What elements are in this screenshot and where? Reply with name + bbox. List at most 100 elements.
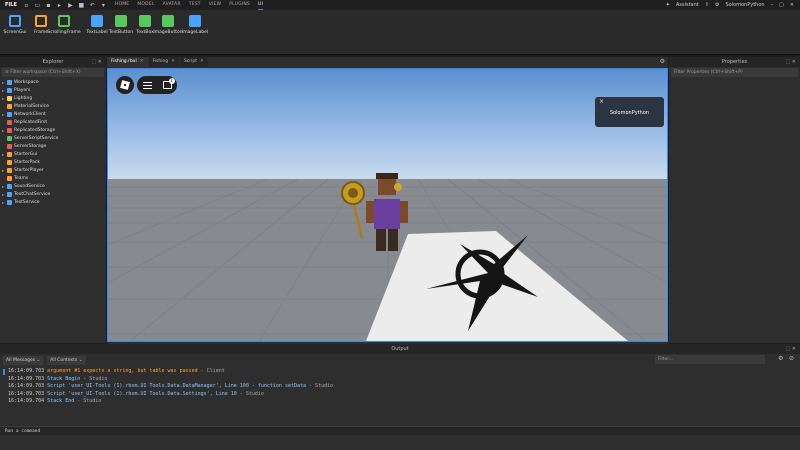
assistant-button[interactable]: Assistant bbox=[676, 2, 699, 8]
log-line: 16:14:09.703 Stack Begin - Studio bbox=[8, 376, 800, 384]
panel-controls[interactable]: ⬚ ✕ bbox=[91, 57, 102, 67]
menu-tab-plugins[interactable]: PLUGINS bbox=[229, 0, 250, 10]
explorer-item-label: StarterPlayer bbox=[14, 167, 44, 173]
menu-tab-view[interactable]: VIEW bbox=[209, 0, 222, 10]
undo-icon[interactable]: ↶ bbox=[89, 2, 96, 9]
scene-render bbox=[108, 69, 667, 341]
explorer-item-lighting[interactable]: ▸ Lighting bbox=[0, 94, 106, 102]
properties-filter-input[interactable]: Filter Properties (Ctrl+Shift+P) bbox=[671, 68, 798, 77]
service-icon bbox=[7, 127, 12, 133]
editor-tab[interactable]: Fishing ✕ bbox=[148, 57, 179, 67]
ribbon-label: TextButton bbox=[108, 30, 134, 35]
explorer-panel: Explorer ⬚ ✕ ≡ Filter workspace (Ctrl+Sh… bbox=[0, 57, 106, 343]
save-icon[interactable]: ▪ bbox=[45, 2, 52, 9]
explorer-item-textchatservice[interactable]: ▸ TextChatService bbox=[0, 190, 106, 198]
explorer-item-replicatedfirst[interactable]: ReplicatedFirst bbox=[0, 118, 106, 126]
explorer-item-networkclient[interactable]: ▸ NetworkClient bbox=[0, 110, 106, 118]
assistant-icon[interactable]: ✦ bbox=[666, 2, 670, 8]
minimize-button[interactable]: – bbox=[771, 2, 774, 8]
properties-title: Properties ⬚ ✕ bbox=[669, 57, 800, 67]
ribbon-imagebutton-button[interactable]: ImageButton bbox=[153, 15, 183, 35]
roblox-menu-button[interactable] bbox=[116, 76, 134, 94]
new-file-icon[interactable]: ▫ bbox=[23, 2, 30, 9]
panel-controls[interactable]: ⬚ ✕ bbox=[785, 344, 796, 354]
file-menu[interactable]: FILE bbox=[5, 2, 17, 8]
ribbon-scrollingframe-button[interactable]: ScrollingFrame bbox=[47, 15, 81, 35]
explorer-item-replicatedstorage[interactable]: ▸ ReplicatedStorage bbox=[0, 126, 106, 134]
chat-icon[interactable]: 1 bbox=[162, 78, 175, 89]
explorer-item-soundservice[interactable]: ▸ SoundService bbox=[0, 182, 106, 190]
service-icon bbox=[7, 135, 12, 141]
explorer-item-label: Players bbox=[14, 87, 31, 93]
service-icon bbox=[7, 159, 12, 165]
explorer-item-label: NetworkClient bbox=[14, 111, 46, 117]
context-filter-dropdown[interactable]: All Contexts ⌄ bbox=[47, 355, 86, 365]
editor-tab[interactable]: Fishing.rbxl ✕ bbox=[107, 57, 148, 67]
explorer-filter-input[interactable]: ≡ Filter workspace (Ctrl+Shift+X) bbox=[2, 68, 104, 77]
output-panel: Output ⬚ ✕ All Messages ⌄ All Contexts ⌄… bbox=[0, 344, 800, 450]
explorer-item-serverstorage[interactable]: ServerStorage bbox=[0, 142, 106, 150]
panel-controls[interactable]: ⬚ ✕ bbox=[785, 57, 796, 67]
ribbon-imagelabel-button[interactable]: ImageLabel bbox=[182, 15, 208, 35]
explorer-item-label: StarterGui bbox=[14, 151, 38, 157]
menu-tab-test[interactable]: TEST bbox=[189, 0, 201, 10]
open-file-icon[interactable]: ▭ bbox=[34, 2, 41, 9]
explorer-item-starterplayer[interactable]: ▸ StarterPlayer bbox=[0, 166, 106, 174]
ribbon-label: TextBox bbox=[136, 30, 154, 35]
editor-tab-label: Script bbox=[183, 59, 198, 64]
explorer-item-players[interactable]: ▸ Players bbox=[0, 86, 106, 94]
menu-tab-model[interactable]: MODEL bbox=[137, 0, 154, 10]
close-button[interactable]: ✕ bbox=[790, 2, 794, 8]
run-icon[interactable]: ▶ bbox=[67, 2, 74, 9]
ribbon-screengui-button[interactable]: ScreenGui bbox=[2, 15, 28, 35]
log-line: 16:14:09.704 Stack End - Studio bbox=[8, 398, 800, 406]
tab-close-icon[interactable]: ✕ bbox=[140, 57, 144, 67]
explorer-item-testservice[interactable]: ▸ TestService bbox=[0, 198, 106, 206]
chat-badge: 1 bbox=[168, 78, 175, 84]
chevron-down-icon: ⌄ bbox=[78, 357, 83, 363]
explorer-title: Explorer ⬚ ✕ bbox=[0, 57, 106, 67]
output-settings-icon[interactable]: ⚙ bbox=[778, 355, 783, 362]
explorer-item-label: ReplicatedStorage bbox=[14, 127, 56, 133]
output-clear-icon[interactable]: ⊘ bbox=[789, 355, 794, 362]
message-filter-dropdown[interactable]: All Messages ⌄ bbox=[3, 355, 44, 365]
maximize-button[interactable]: ▢ bbox=[779, 2, 784, 8]
properties-panel: Properties ⬚ ✕ Filter Properties (Ctrl+S… bbox=[669, 57, 800, 343]
explorer-item-starterpack[interactable]: StarterPack bbox=[0, 158, 106, 166]
service-icon bbox=[7, 103, 12, 109]
redo-icon[interactable]: ▾ bbox=[100, 2, 107, 9]
menu-tab-avatar[interactable]: AVATAR bbox=[163, 0, 181, 10]
settings-icon[interactable]: ⚙ bbox=[715, 2, 719, 8]
explorer-item-label: ServerStorage bbox=[14, 143, 47, 149]
command-bar-input[interactable]: Run a command bbox=[0, 426, 800, 435]
tab-close-icon[interactable]: ✕ bbox=[171, 57, 175, 67]
ribbon-textbutton-button[interactable]: TextButton bbox=[108, 15, 134, 35]
log-source: - Client bbox=[197, 368, 225, 374]
editor-tab[interactable]: Script ✕ bbox=[179, 57, 208, 67]
ribbon-label: ImageButton bbox=[153, 30, 183, 35]
game-viewport[interactable]: 1 × SolomonPython bbox=[107, 68, 668, 342]
username-label[interactable]: SolomonPython bbox=[725, 2, 764, 8]
stop-icon[interactable]: ■ bbox=[78, 2, 85, 9]
toast-close-icon[interactable]: × bbox=[599, 98, 604, 105]
explorer-item-serverscriptservice[interactable]: ServerScriptService bbox=[0, 134, 106, 142]
context-filter-value: All Contexts bbox=[50, 357, 78, 363]
hamburger-menu-icon[interactable] bbox=[142, 81, 152, 89]
tab-close-icon[interactable]: ✕ bbox=[200, 57, 204, 67]
output-filter-input[interactable]: Filter... bbox=[655, 355, 765, 364]
viewport-settings-icon[interactable]: ⚙ bbox=[660, 58, 665, 65]
menu-tab-ui[interactable]: UI bbox=[257, 0, 263, 10]
share-icon[interactable]: ⇪ bbox=[705, 2, 709, 8]
play-icon[interactable]: ▸ bbox=[56, 2, 63, 9]
ribbon: ScreenGui Frame ScrollingFrame TextLabel Tex… bbox=[0, 10, 800, 55]
explorer-item-startergui[interactable]: ▸ StarterGui bbox=[0, 150, 106, 158]
log-line: 16:14:09.703 argument #1 expects a strin… bbox=[8, 368, 800, 376]
explorer-item-label: ServerScriptService bbox=[14, 135, 59, 141]
log-message: Script 'user_UI-Tools (1).rbxm.UI Tools.… bbox=[47, 390, 237, 397]
menu-tab-home[interactable]: HOME bbox=[115, 0, 129, 10]
explorer-item-teams[interactable]: Teams bbox=[0, 174, 106, 182]
scrollingframe-icon bbox=[58, 15, 70, 27]
explorer-item-workspace[interactable]: ▸ Workspace bbox=[0, 78, 106, 86]
explorer-item-materialservice[interactable]: MaterialService bbox=[0, 102, 106, 110]
ribbon-textlabel-button[interactable]: TextLabel bbox=[84, 15, 110, 35]
